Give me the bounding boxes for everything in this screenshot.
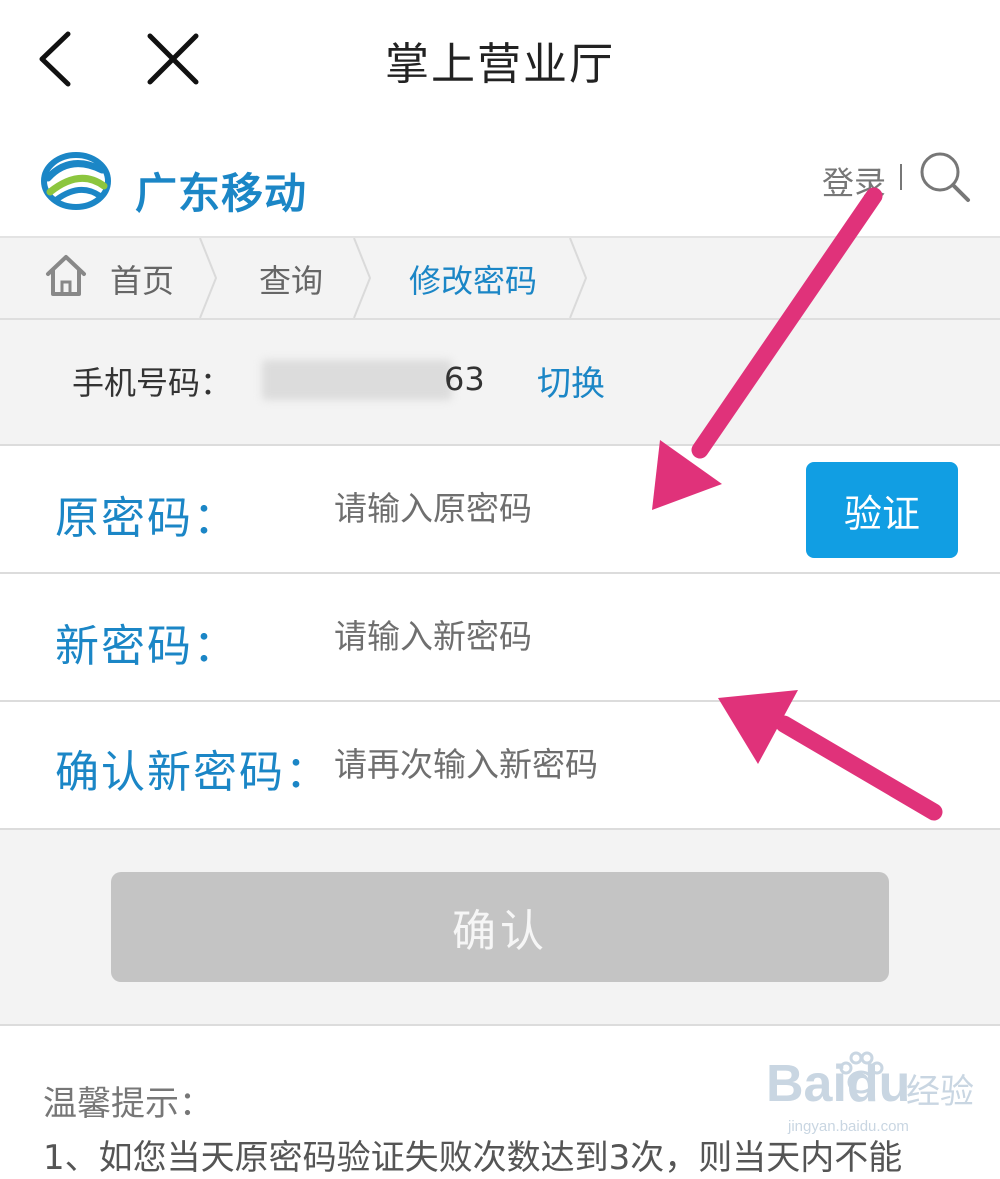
switch-number-link[interactable]: 切换 xyxy=(537,356,605,405)
page-title: 掌上营业厅 xyxy=(385,39,615,90)
home-icon[interactable] xyxy=(44,252,88,298)
verify-button[interactable]: 验证 xyxy=(806,462,958,558)
breadcrumb-home[interactable]: 首页 xyxy=(110,256,174,302)
watermark-url: jingyan.baidu.com xyxy=(788,1118,909,1135)
breadcrumb-separator-icon xyxy=(353,238,372,318)
confirm-password-input[interactable] xyxy=(334,734,774,794)
confirm-password-label: 确认新密码： xyxy=(55,747,331,798)
breadcrumb-change-password[interactable]: 修改密码 xyxy=(409,256,537,302)
china-mobile-logo-icon xyxy=(41,152,111,210)
breadcrumb-separator-icon xyxy=(199,238,218,318)
login-link[interactable]: 登录 xyxy=(822,158,886,204)
search-icon[interactable] xyxy=(918,150,972,204)
brand-name: 广东移动 xyxy=(135,169,308,218)
tips-title: 温馨提示： xyxy=(43,1084,213,1124)
new-password-label: 新密码： xyxy=(55,621,239,672)
old-password-input[interactable] xyxy=(334,478,774,538)
new-password-input[interactable] xyxy=(334,606,774,666)
phone-number-suffix: 63 xyxy=(444,360,485,398)
watermark-suffix: 经验 xyxy=(906,1072,974,1112)
header-divider xyxy=(900,164,902,190)
old-password-label: 原密码： xyxy=(55,493,239,544)
watermark-brand: Baidu xyxy=(766,1055,911,1113)
phone-label: 手机号码： xyxy=(72,364,233,402)
phone-number-redacted xyxy=(262,360,452,400)
breadcrumb-query[interactable]: 查询 xyxy=(259,256,323,302)
breadcrumb-separator-icon xyxy=(569,238,588,318)
tips-line-1: 1、如您当天原密码验证失败次数达到3次，则当天内不能 xyxy=(43,1138,903,1178)
confirm-button[interactable]: 确认 xyxy=(111,872,889,982)
